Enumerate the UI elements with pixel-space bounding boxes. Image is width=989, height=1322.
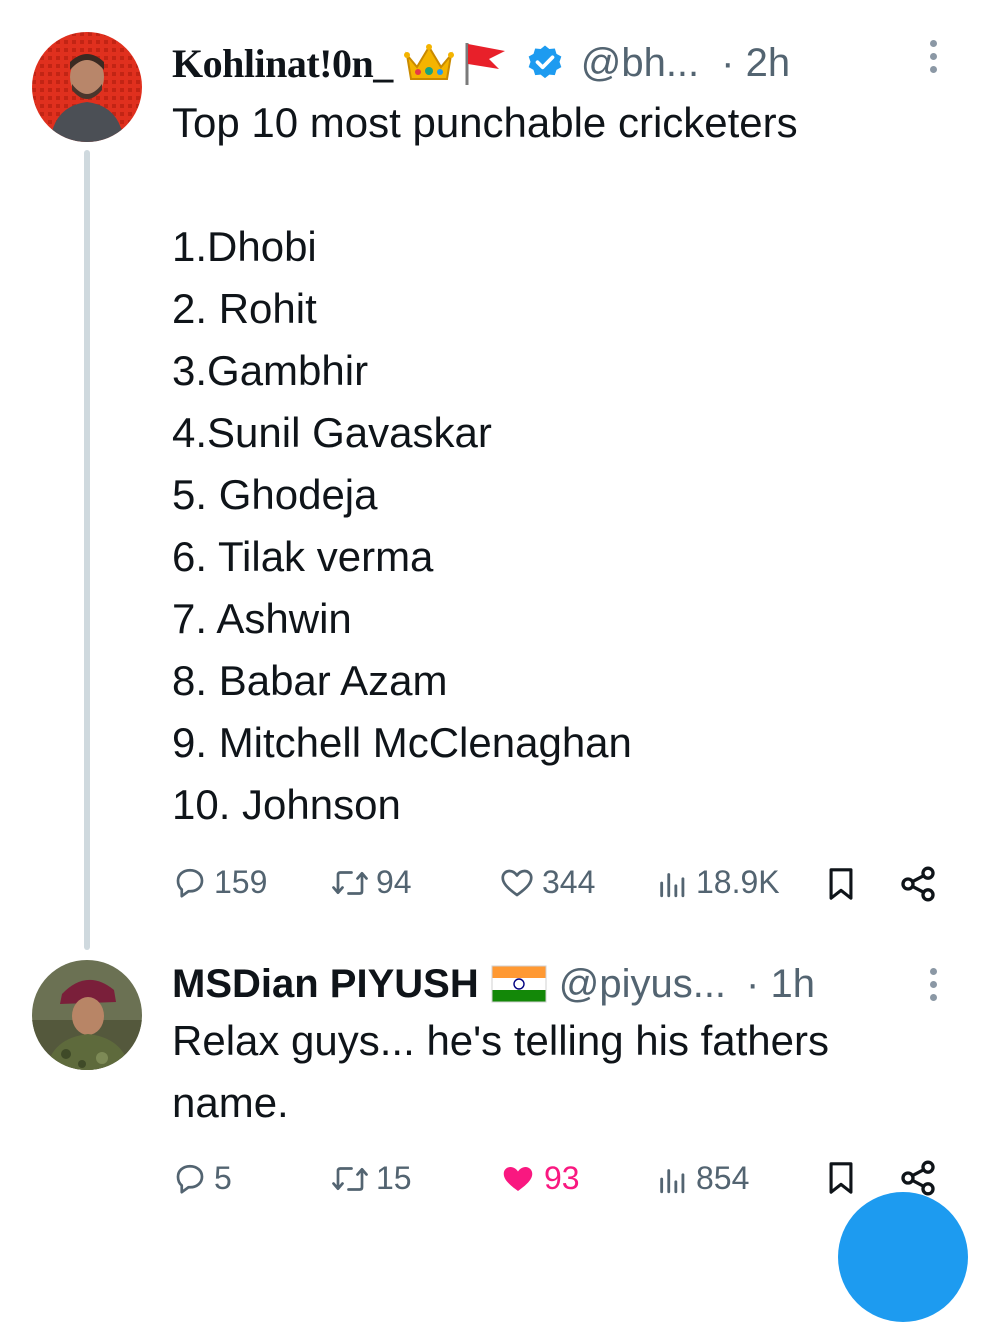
- crown-icon: [403, 44, 454, 80]
- views-count: 854: [696, 1160, 750, 1196]
- crown-flag-emoji: [403, 39, 509, 87]
- bookmark-icon: [829, 1162, 853, 1194]
- more-icon[interactable]: [930, 40, 938, 79]
- repost-button[interactable]: 94: [330, 864, 412, 901]
- reply-button[interactable]: 5: [172, 1160, 232, 1197]
- repost-button[interactable]: 15: [330, 1160, 412, 1197]
- views-icon: [660, 872, 685, 897]
- compose-button[interactable]: [838, 1192, 968, 1322]
- views-button[interactable]: 18.9K: [656, 864, 780, 901]
- author-handle[interactable]: @piyus...: [559, 962, 726, 1007]
- tweet-text: Top 10 most punchable cricketers 1.Dhobi…: [172, 99, 798, 828]
- reply-button[interactable]: 159: [172, 864, 267, 901]
- thread-connector-line: [84, 150, 90, 950]
- like-button[interactable]: 344: [498, 864, 595, 901]
- avatar[interactable]: [32, 32, 142, 142]
- share-button[interactable]: [898, 864, 938, 904]
- like-count: 93: [544, 1160, 580, 1196]
- reply-count: 5: [214, 1160, 232, 1196]
- bookmark-button[interactable]: [824, 864, 858, 904]
- bookmark-icon: [829, 868, 853, 900]
- author-handle[interactable]: @bh...: [581, 41, 699, 86]
- tweet-header: Kohlinat!0n_ @bh... · 2h: [172, 38, 790, 88]
- verified-badge-icon: [528, 45, 562, 79]
- red-flag-icon: [465, 43, 505, 85]
- tweet-timestamp[interactable]: · 1h: [746, 962, 815, 1007]
- like-icon: [501, 869, 533, 896]
- share-icon: [901, 866, 935, 902]
- avatar-image: [32, 32, 142, 142]
- tweet-timestamp[interactable]: · 2h: [721, 41, 790, 86]
- like-count: 344: [542, 864, 596, 900]
- avatar-image: [32, 960, 142, 1070]
- india-flag-icon: [491, 965, 547, 1003]
- reply-icon: [176, 868, 204, 898]
- like-button[interactable]: 93: [498, 1160, 580, 1197]
- repost-count: 94: [376, 864, 412, 900]
- repost-count: 15: [376, 1160, 412, 1196]
- author-name[interactable]: Kohlinat!0n_: [172, 40, 393, 87]
- tweet-header: MSDian PIYUSH @piyus... · 1h: [172, 956, 815, 1012]
- bookmark-button[interactable]: [824, 1158, 858, 1198]
- views-icon: [660, 1168, 685, 1193]
- more-icon[interactable]: [930, 968, 938, 1007]
- repost-icon: [332, 1166, 368, 1191]
- author-name[interactable]: MSDian PIYUSH: [172, 962, 479, 1007]
- views-count: 18.9K: [696, 864, 780, 900]
- reply-icon: [176, 1164, 204, 1194]
- reply-count: 159: [214, 864, 268, 900]
- repost-icon: [332, 870, 368, 895]
- views-button[interactable]: 854: [656, 1160, 749, 1197]
- like-filled-icon: [503, 1166, 533, 1191]
- avatar[interactable]: [32, 960, 142, 1070]
- tweet-text: Relax guys... he's telling his fathers n…: [172, 1017, 830, 1126]
